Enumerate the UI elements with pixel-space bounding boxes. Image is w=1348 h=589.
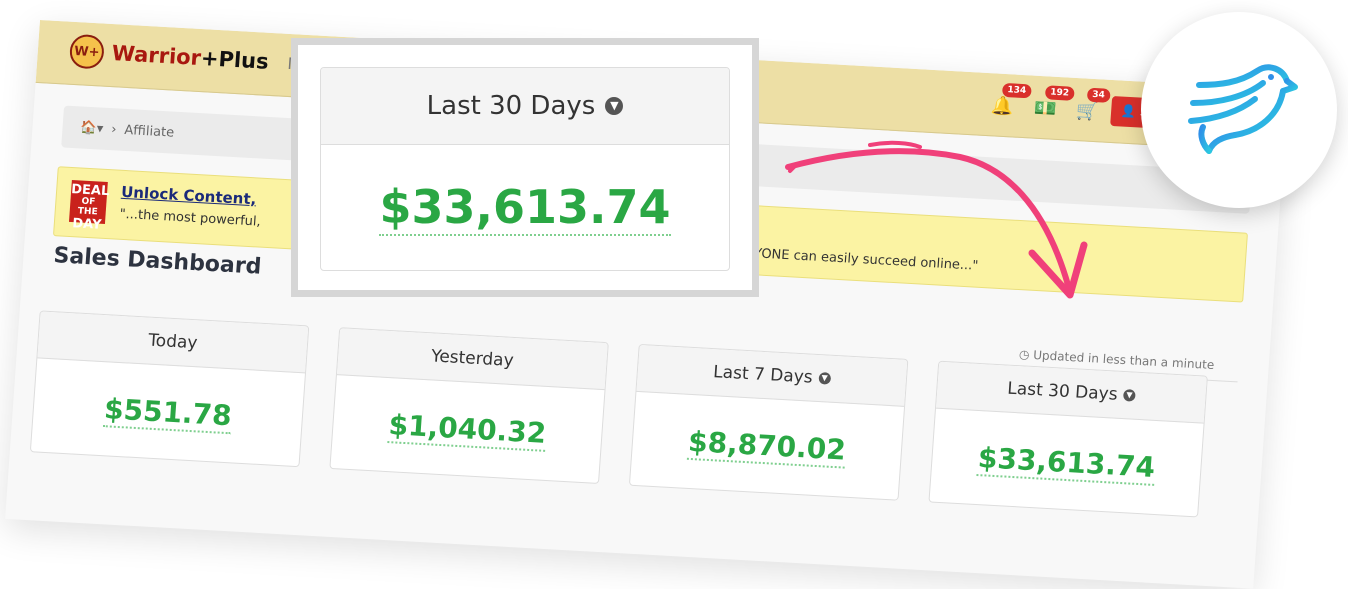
zoomed-card-header[interactable]: Last 30 Days ▼: [321, 68, 729, 145]
stat-card-label: Today: [147, 330, 199, 354]
bell-icon: 🔔: [990, 95, 1015, 118]
notifications-bell[interactable]: 🔔 134: [990, 82, 1032, 118]
bird-icon: [1188, 64, 1298, 154]
logo-text: Warrior+Plus: [111, 41, 269, 74]
deal-badge-mid: OF THE: [77, 196, 98, 218]
chevron-down-icon[interactable]: ▼: [1123, 389, 1136, 402]
logo-plus: +Plus: [200, 46, 270, 74]
stat-card-value: $33,613.74: [929, 409, 1203, 518]
pointer-arrow-icon: [785, 140, 1088, 299]
stat-card-value: $1,040.32: [330, 375, 604, 484]
cart-icon: 🛒: [1075, 100, 1100, 123]
user-icon: 👤: [1120, 103, 1137, 119]
stat-value-text[interactable]: $551.78: [103, 391, 233, 434]
chevron-down-icon[interactable]: ▼: [818, 372, 831, 385]
stat-card-label: Last 30 Days: [1006, 378, 1119, 405]
stat-card-yesterday: Yesterday $1,040.32: [329, 327, 609, 484]
zoomed-card-value: $33,613.74: [321, 145, 729, 270]
stat-card-label: Yesterday: [430, 346, 515, 371]
stat-card-value: $8,870.02: [630, 392, 904, 501]
cart-count-badge: 34: [1086, 87, 1111, 103]
clock-icon: ◷: [1018, 347, 1030, 362]
stat-card-last-30-days: Last 30 Days ▼ $33,613.74: [928, 360, 1208, 518]
chevron-right-icon: ›: [110, 121, 117, 137]
stat-card-label: Last 7 Days: [712, 362, 814, 388]
earnings-notifications[interactable]: 💵 192: [1033, 85, 1075, 120]
warriorplus-logo[interactable]: W+ Warrior+Plus: [68, 33, 270, 79]
deal-quote-start: "...the most powerful,: [119, 206, 262, 230]
stat-card-value: $551.78: [31, 358, 305, 467]
stat-card-today: Today $551.78: [29, 310, 310, 468]
deal-title-link[interactable]: Unlock Content,: [121, 183, 257, 209]
breadcrumb-current: Affiliate: [123, 122, 175, 141]
zoomed-card-label: Last 30 Days: [426, 91, 596, 121]
zoomed-value-text: $33,613.74: [379, 180, 671, 236]
bird-logo-badge: [1141, 12, 1337, 208]
bell-count-badge: 134: [1001, 82, 1032, 99]
cart-notifications[interactable]: 🛒 34: [1075, 87, 1111, 123]
zoom-callout: Last 30 Days ▼ $33,613.74: [291, 38, 759, 297]
logo-warrior: Warrior: [111, 41, 202, 71]
money-icon: 💵: [1033, 97, 1058, 120]
stat-value-text[interactable]: $8,870.02: [687, 424, 847, 469]
deal-badge-bottom: DAY: [71, 216, 102, 233]
money-count-badge: 192: [1044, 85, 1075, 101]
home-icon[interactable]: 🏠▾: [80, 120, 104, 136]
logo-mark-icon: W+: [68, 33, 106, 70]
stat-value-text[interactable]: $33,613.74: [976, 440, 1157, 486]
chevron-down-icon[interactable]: ▼: [605, 97, 624, 115]
page-title: Sales Dashboard: [52, 243, 263, 280]
stat-value-text[interactable]: $1,040.32: [387, 407, 548, 452]
stat-card-last-7-days: Last 7 Days ▼ $8,870.02: [628, 343, 909, 501]
zoomed-stat-card: Last 30 Days ▼ $33,613.74: [320, 67, 730, 271]
deal-of-the-day-badge: DEAL OF THE DAY: [68, 180, 110, 233]
